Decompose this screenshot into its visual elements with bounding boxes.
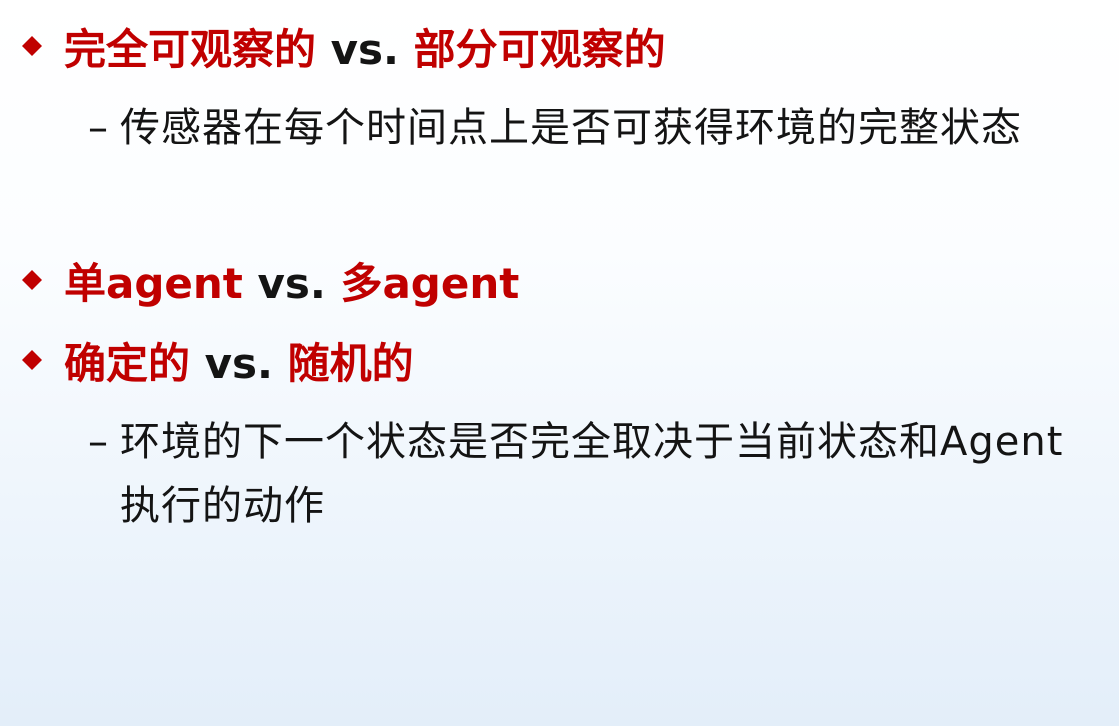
bullet-heading: 完全可观察的 vs. 部分可观察的: [64, 16, 666, 77]
dash-marker: –: [88, 419, 108, 465]
dash-marker: –: [88, 105, 108, 151]
bullet-heading: 单agent vs. 多agent: [64, 250, 519, 311]
slide: 完全可观察的 vs. 部分可观察的 – 传感器在每个时间点上是否可获得环境的完整…: [0, 0, 1119, 726]
term-left: 完全可观察的: [64, 24, 317, 74]
term-right: 随机的: [287, 338, 414, 388]
sub-bullet-observability: – 传感器在每个时间点上是否可获得环境的完整状态: [88, 96, 1098, 160]
term-left: 单agent: [64, 258, 243, 308]
red-diamond-icon: [22, 270, 42, 290]
term-right: 部分可观察的: [413, 24, 666, 74]
vs-label: vs.: [242, 258, 341, 308]
sub-bullet-determinism: – 环境的下一个状态是否完全取决于当前状态和Agent执行的动作: [88, 410, 1098, 538]
bullet-determinism: 确定的 vs. 随机的: [20, 330, 414, 390]
sub-bullet-text: 传感器在每个时间点上是否可获得环境的完整状态: [120, 105, 1022, 151]
bullet-heading: 确定的 vs. 随机的: [64, 330, 414, 391]
sub-bullet-text: 环境的下一个状态是否完全取决于当前状态和Agent执行的动作: [120, 419, 1064, 529]
bullet-agents: 单agent vs. 多agent: [20, 250, 519, 310]
bullet-observability: 完全可观察的 vs. 部分可观察的: [20, 16, 666, 76]
term-left: 确定的: [64, 338, 191, 388]
vs-label: vs.: [190, 338, 288, 388]
term-right: 多agent: [340, 258, 520, 308]
red-diamond-icon: [22, 36, 42, 56]
red-diamond-icon: [22, 350, 42, 370]
vs-label: vs.: [316, 24, 414, 74]
